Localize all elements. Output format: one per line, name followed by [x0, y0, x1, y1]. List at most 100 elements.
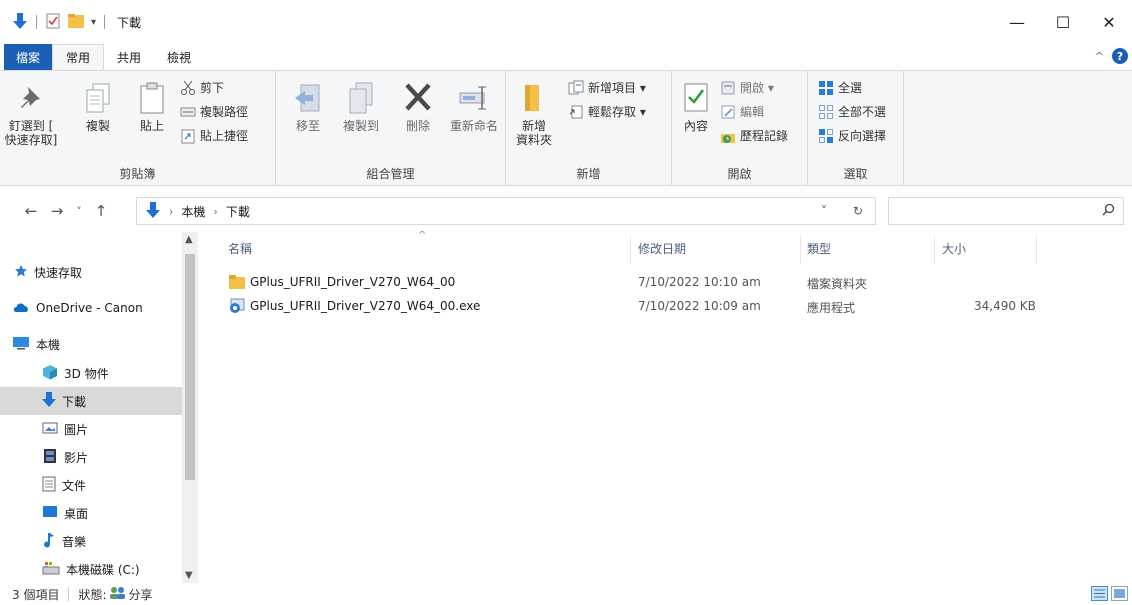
details-view-button[interactable] — [1091, 586, 1108, 601]
sidebar-item-documents[interactable]: 文件 — [0, 471, 182, 499]
scrollbar-thumb[interactable] — [185, 254, 195, 480]
tab-view[interactable]: 檢視 — [154, 44, 204, 70]
column-header-modified[interactable]: 修改日期 — [638, 240, 686, 257]
select-all-button[interactable]: 全選 — [818, 79, 862, 96]
pin-label-line2: 快速存取] — [4, 133, 58, 147]
invert-selection-label: 反向選擇 — [838, 129, 887, 143]
select-none-button[interactable]: 全部不選 — [818, 103, 886, 120]
organize-group-label: 組合管理 — [366, 167, 415, 181]
copy-button[interactable]: 複製 — [78, 81, 118, 133]
invert-selection-button[interactable]: 反向選擇 — [818, 127, 886, 144]
search-input[interactable] — [888, 197, 1124, 225]
state-label: 狀態: — [78, 587, 107, 602]
sidebar-item-label: 3D 物件 — [64, 366, 109, 381]
history-button[interactable]: 歷程記錄 — [720, 127, 788, 144]
details-view-icon — [1094, 589, 1105, 598]
large-icons-view-icon — [1114, 589, 1125, 598]
column-header-name[interactable]: 名稱 — [228, 240, 252, 257]
address-bar[interactable]: › 本機 › 下載 ˅ ↻ — [136, 197, 876, 225]
recent-locations-button[interactable]: ˅ — [68, 205, 90, 218]
forward-button[interactable]: → — [46, 202, 68, 220]
column-separator[interactable] — [1036, 236, 1037, 264]
cut-button[interactable]: 剪下 — [180, 79, 224, 96]
tab-home[interactable]: 常用 — [52, 43, 105, 71]
sidebar-item-label: 圖片 — [64, 422, 89, 437]
address-dropdown-button[interactable]: ˅ — [807, 204, 841, 218]
edit-button[interactable]: 編輯 — [720, 103, 764, 120]
sidebar-item-3d-objects[interactable]: 3D 物件 — [0, 359, 182, 387]
new-group-label: 新增 — [576, 167, 601, 181]
pin-label-line1: 釘選到 [ — [8, 119, 54, 133]
up-button[interactable]: ↑ — [90, 202, 112, 220]
delete-label: 刪除 — [405, 119, 430, 133]
collapse-ribbon-icon[interactable]: ^ — [1095, 50, 1104, 63]
sidebar-item-quick-access[interactable]: 快速存取 — [0, 258, 182, 286]
shared-users-icon — [109, 586, 127, 603]
new-item-button[interactable]: 新增項目 ▾ — [568, 79, 646, 96]
file-row[interactable]: GPlus_UFRII_Driver_V270_W64_00 7/10/2022… — [224, 272, 1024, 294]
rename-label: 重新命名 — [449, 119, 498, 133]
scroll-up-icon[interactable]: ▲ — [185, 234, 193, 245]
large-icons-view-button[interactable] — [1111, 586, 1128, 601]
back-button[interactable]: ← — [20, 202, 42, 220]
new-folder-button[interactable]: 新增 資料夾 — [514, 81, 554, 147]
paste-shortcut-button[interactable]: 貼上捷徑 — [180, 127, 248, 144]
sidebar-item-local-disk-c[interactable]: 本機磁碟 (C:) — [0, 555, 182, 583]
sidebar-item-pictures[interactable]: 圖片 — [0, 415, 182, 443]
help-icon[interactable]: ? — [1112, 48, 1128, 64]
sidebar-scrollbar[interactable]: ▲ ▼ — [182, 232, 198, 583]
pin-icon — [14, 81, 48, 115]
status-separator — [68, 587, 70, 601]
scroll-down-icon[interactable]: ▼ — [185, 570, 193, 581]
sidebar-item-label: OneDrive - Canon — [36, 301, 143, 315]
new-folder-qat-icon[interactable] — [67, 13, 85, 32]
rename-button[interactable]: 重新命名 — [444, 81, 504, 133]
new-item-icon — [568, 80, 584, 96]
column-separator[interactable] — [934, 236, 935, 264]
search-icon — [1102, 203, 1115, 220]
breadcrumb-downloads[interactable]: 下載 — [226, 203, 250, 220]
pin-quick-access-button[interactable]: 釘選到 [ 快速存取] — [4, 81, 58, 147]
sidebar-item-videos[interactable]: 影片 — [0, 443, 182, 471]
copy-to-label: 複製到 — [342, 119, 379, 133]
sidebar-item-onedrive[interactable]: OneDrive - Canon — [0, 294, 182, 322]
qat-separator — [36, 15, 37, 29]
tab-file[interactable]: 檔案 — [4, 44, 53, 70]
cut-label: 剪下 — [200, 81, 225, 95]
sidebar-item-downloads[interactable]: 下載 — [0, 387, 182, 415]
maximize-button[interactable]: ☐ — [1040, 0, 1086, 44]
sidebar-item-this-pc[interactable]: 本機 — [0, 330, 182, 358]
column-separator[interactable] — [630, 236, 631, 264]
breadcrumb-this-pc[interactable]: 本機 — [181, 203, 205, 220]
copy-path-icon — [180, 104, 196, 120]
copy-to-button[interactable]: 複製到 — [338, 81, 384, 133]
ribbon-tabs: 檔案 常用 共用 檢視 ^ ? — [0, 43, 1132, 71]
column-header-size[interactable]: 大小 — [942, 240, 966, 257]
sidebar-item-label: 桌面 — [64, 506, 89, 521]
paste-button[interactable]: 貼上 — [132, 81, 172, 133]
sidebar-item-label: 文件 — [62, 478, 87, 493]
file-row[interactable]: GPlus_UFRII_Driver_V270_W64_00.exe 7/10/… — [224, 296, 1036, 318]
scissors-icon — [180, 80, 196, 96]
properties-button[interactable]: 內容 — [678, 81, 714, 133]
properties-qat-icon[interactable] — [45, 13, 61, 32]
clipboard-group-label: 剪貼簿 — [119, 167, 156, 181]
copy-path-button[interactable]: 複製路徑 — [180, 103, 248, 120]
column-header-type[interactable]: 類型 — [807, 240, 831, 257]
refresh-button[interactable]: ↻ — [841, 204, 875, 218]
sidebar-item-desktop[interactable]: 桌面 — [0, 499, 182, 527]
minimize-button[interactable]: — — [994, 0, 1040, 44]
column-separator[interactable] — [800, 236, 801, 264]
delete-button[interactable]: 刪除 — [398, 81, 438, 133]
select-group-label: 選取 — [843, 167, 868, 181]
open-button[interactable]: 開啟 ▾ — [720, 79, 774, 96]
close-button[interactable]: ✕ — [1086, 0, 1132, 44]
customize-qat-icon[interactable]: ▾ — [91, 17, 96, 28]
sidebar-item-label: 音樂 — [62, 534, 87, 549]
sidebar-item-music[interactable]: 音樂 — [0, 527, 182, 555]
file-type: 應用程式 — [807, 301, 856, 315]
desktop-icon — [42, 505, 58, 522]
move-to-button[interactable]: 移至 — [288, 81, 328, 133]
easy-access-button[interactable]: 輕鬆存取 ▾ — [568, 103, 646, 120]
tab-share[interactable]: 共用 — [104, 44, 154, 70]
